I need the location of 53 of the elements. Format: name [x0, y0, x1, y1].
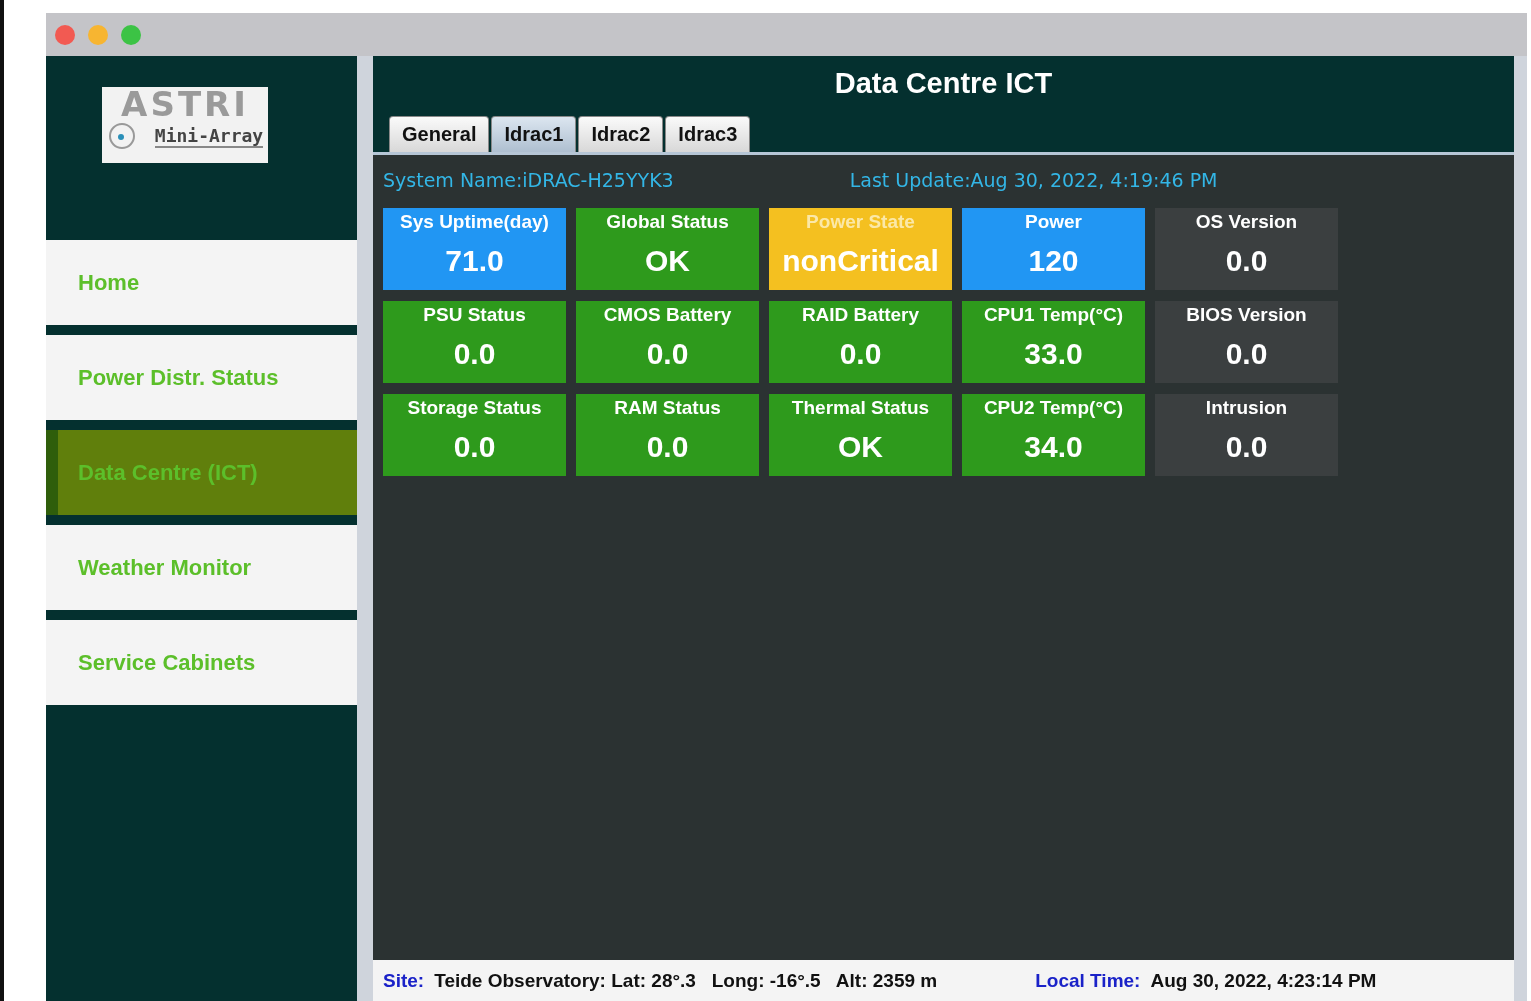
tile-label: CPU2 Temp(°C) — [983, 397, 1124, 419]
tile-label: Power — [1025, 211, 1082, 233]
tile-label: OS Version — [1195, 211, 1298, 233]
site-label: Site: — [383, 969, 425, 992]
tile-label: BIOS Version — [1186, 304, 1307, 326]
last-update: Last Update:Aug 30, 2022, 4:19:46 PM — [849, 169, 1218, 191]
tile-value: 34.0 — [1024, 430, 1083, 464]
tile-value: 0.0 — [839, 337, 882, 371]
logo-mark: ASTRI — [121, 87, 249, 121]
target-icon — [106, 121, 137, 151]
tile-label: Thermal Status — [791, 397, 930, 419]
tile-value: OK — [838, 430, 883, 464]
tile-label: Power State — [806, 211, 915, 233]
window-title: Data Centre ICT — [833, 67, 1054, 101]
local-time: Aug 30, 2022, 4:23:14 PM — [1150, 969, 1377, 992]
site-info: Teide Observatory: Lat: 28°.3 Long: -16°.5 Alt: 2359 m — [434, 969, 938, 992]
tile-label: Storage Status — [407, 397, 542, 419]
tile-value: 33.0 — [1024, 337, 1083, 371]
tile-value: 0.0 — [1225, 337, 1268, 371]
tile-label: RAID Battery — [801, 304, 920, 326]
tab[interactable]: Idrac3 — [665, 116, 751, 152]
tile-value: 0.0 — [1225, 430, 1268, 464]
tile-value: OK — [645, 244, 690, 278]
logo-caption: Mini-Array — [154, 124, 264, 148]
local-time-label: Local Time: — [1035, 969, 1141, 992]
maximize-button[interactable] — [121, 24, 141, 45]
sidebar-item[interactable]: Weather Monitor — [46, 525, 357, 610]
sidebar-item[interactable]: Power Distr. Status — [46, 335, 357, 420]
close-button[interactable] — [55, 24, 75, 45]
tile-value: 0.0 — [453, 337, 496, 371]
tab[interactable]: Idrac1 — [491, 116, 577, 152]
sidebar-item[interactable]: Data Centre (ICT) — [46, 430, 357, 515]
tile-value: 0.0 — [646, 430, 689, 464]
sidebar-item[interactable]: Service Cabinets — [46, 620, 357, 705]
tile-value: 120 — [1028, 244, 1079, 278]
tile-label: Sys Uptime(day) — [400, 211, 549, 233]
tile-label: CPU1 Temp(°C) — [983, 304, 1124, 326]
tab[interactable]: Idrac2 — [578, 116, 664, 152]
splitter-bar[interactable] — [357, 56, 373, 1001]
tile-value: 0.0 — [453, 430, 496, 464]
tile-value: 0.0 — [646, 337, 689, 371]
minimize-button[interactable] — [88, 24, 108, 45]
sidebar-item[interactable]: Home — [46, 240, 357, 325]
tile-label: PSU Status — [423, 304, 526, 326]
tile-label: RAM Status — [614, 397, 721, 419]
tile-value: nonCritical — [782, 244, 939, 278]
tile-label: CMOS Battery — [603, 304, 732, 326]
tile-label: Intrusion — [1205, 397, 1288, 419]
tile-value: 0.0 — [1225, 244, 1268, 278]
tab[interactable]: General — [389, 116, 490, 152]
system-name: System Name:iDRAC-H25YYK3 — [383, 169, 674, 191]
tile-value: 71.0 — [445, 244, 504, 278]
tile-label: Global Status — [606, 211, 729, 233]
